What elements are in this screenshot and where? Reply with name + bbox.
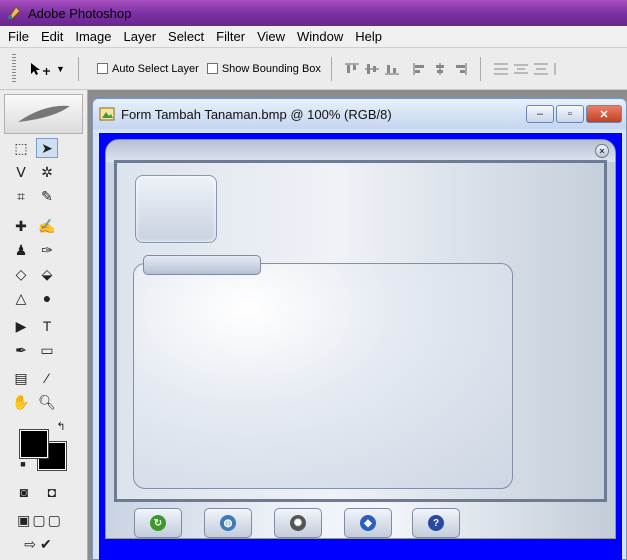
distribute-bottom-icon[interactable]	[533, 62, 549, 76]
screen-mode-icon[interactable]: ▣▢▢	[10, 510, 70, 530]
paint-bucket-tool-icon[interactable]: ⬙	[36, 264, 58, 284]
menu-select[interactable]: Select	[162, 29, 210, 44]
align-vcenter-icon[interactable]	[364, 62, 380, 76]
toolbox: ⬚ ➤ ᐯ ✲ ⌗ ✎ ✚ ✍ ♟ ✑ ◇ ⬙ △ ● ▶ T ✒ ▭ ▤ ⁄ …	[0, 90, 88, 560]
feather-logo-icon	[17, 105, 70, 122]
options-bar: ▼ Auto Select Layer Show Bounding Box	[0, 48, 627, 90]
distribute-top-icon[interactable]	[493, 62, 509, 76]
magic-wand-tool-icon[interactable]: ✲	[36, 162, 58, 182]
chevron-down-icon: ▼	[56, 63, 65, 74]
default-colors-icon[interactable]: ■	[12, 454, 34, 474]
dodge-tool-icon[interactable]: ●	[36, 288, 58, 308]
checkbox-box[interactable]	[97, 63, 108, 74]
form-content-panel	[133, 263, 513, 489]
close-icon: ✕	[599, 108, 609, 121]
lasso-tool-icon[interactable]: ᐯ	[10, 162, 32, 182]
form-scan-button: ✺	[274, 508, 322, 538]
menu-window[interactable]: Window	[291, 29, 349, 44]
move-tool-icon[interactable]: ➤	[36, 138, 58, 158]
pen-tool-icon[interactable]: ✒	[10, 340, 32, 360]
align-left-icon[interactable]	[412, 62, 428, 76]
hand-tool-icon[interactable]: ✋	[10, 392, 32, 412]
form-info-button: ◆	[344, 508, 392, 538]
globe-icon: ◍	[220, 515, 236, 531]
help-icon: ?	[428, 515, 444, 531]
eraser-tool-icon[interactable]: ◇	[10, 264, 32, 284]
menu-edit[interactable]: Edit	[35, 29, 69, 44]
document-image-icon	[99, 107, 115, 121]
align-bottom-icon[interactable]	[384, 62, 400, 76]
blur-tool-icon[interactable]: △	[10, 288, 32, 308]
history-brush-tool-icon[interactable]: ✑	[36, 240, 58, 260]
shape-tool-icon[interactable]: ▭	[36, 340, 58, 360]
app-title: Adobe Photoshop	[28, 5, 132, 21]
align-hcenter-icon[interactable]	[432, 62, 448, 76]
align-top-icon[interactable]	[344, 62, 360, 76]
form-tab-header	[143, 255, 261, 275]
options-separator	[479, 56, 481, 81]
form-bitmap: × ↻ ◍ ✺ ◆ ?	[105, 139, 616, 539]
close-button[interactable]: ✕	[586, 105, 622, 123]
minimize-icon: –	[536, 108, 544, 120]
document-window: Form Tambah Tanaman.bmp @ 100% (RGB/8) –…	[92, 98, 627, 560]
menu-view[interactable]: View	[251, 29, 291, 44]
auto-select-layer-checkbox[interactable]: Auto Select Layer	[97, 63, 199, 75]
zoom-tool-icon[interactable]: 🔍︎	[36, 392, 58, 412]
move-tool-icon	[31, 62, 50, 75]
form-close-icon: ×	[595, 144, 609, 158]
menu-file[interactable]: File	[2, 29, 35, 44]
standard-mode-icon[interactable]: ◙	[12, 482, 36, 502]
scan-icon: ✺	[290, 515, 306, 531]
app-titlebar: Adobe Photoshop	[0, 0, 627, 26]
slice-tool-icon[interactable]: ✎	[36, 186, 58, 206]
show-bounding-box-label: Show Bounding Box	[221, 62, 321, 75]
path-selection-tool-icon[interactable]: ▶	[10, 316, 32, 336]
checkbox-box[interactable]	[206, 63, 218, 74]
menu-image[interactable]: Image	[69, 29, 117, 44]
form-image-box	[135, 175, 217, 243]
document-window-controls: – ▫ ✕	[526, 105, 622, 123]
align-right-icon[interactable]	[452, 62, 468, 76]
eyedropper-tool-icon[interactable]: ⁄	[36, 368, 58, 388]
form-help-button: ?	[412, 508, 460, 538]
toolbox-header[interactable]	[4, 94, 83, 134]
clone-stamp-tool-icon[interactable]: ♟	[10, 240, 32, 260]
form-inner-frame	[114, 160, 607, 502]
photoshop-logo-icon	[7, 6, 21, 20]
form-top-frame	[106, 140, 615, 162]
show-bounding-box-checkbox[interactable]: Show Bounding Box	[206, 62, 321, 75]
auto-select-layer-label: Auto Select Layer	[112, 62, 199, 75]
minimize-button[interactable]: –	[526, 105, 554, 123]
type-tool-icon[interactable]: T	[36, 316, 58, 336]
crop-tool-icon[interactable]: ⌗	[10, 186, 32, 206]
form-close-symbol: ×	[599, 146, 605, 156]
menu-filter[interactable]: Filter	[210, 29, 251, 44]
notes-tool-icon[interactable]: ▤	[10, 368, 32, 388]
menu-bar: File Edit Image Layer Select Filter View…	[0, 26, 627, 48]
options-separator	[78, 56, 79, 81]
menu-layer[interactable]: Layer	[118, 29, 163, 44]
maximize-button[interactable]: ▫	[556, 105, 584, 123]
brush-tool-icon[interactable]: ✍	[36, 216, 58, 236]
info-icon: ◆	[360, 515, 376, 531]
distribute-left-icon[interactable]	[553, 62, 569, 76]
distribute-vcenter-icon[interactable]	[513, 62, 529, 76]
menu-help[interactable]: Help	[349, 29, 388, 44]
jump-to-imageready-icon[interactable]: ⇨✔	[10, 534, 70, 554]
refresh-icon: ↻	[150, 515, 166, 531]
quick-mask-mode-icon[interactable]: ◘	[40, 482, 64, 502]
marquee-tool-icon[interactable]: ⬚	[10, 138, 32, 158]
options-separator	[330, 56, 332, 81]
form-button-bar: ↻ ◍ ✺ ◆ ?	[106, 506, 615, 540]
form-refresh-button: ↻	[134, 508, 182, 538]
document-canvas[interactable]: × ↻ ◍ ✺ ◆ ?	[99, 133, 622, 560]
form-globe-button: ◍	[204, 508, 252, 538]
swap-colors-icon[interactable]: ↰	[50, 416, 72, 436]
healing-brush-tool-icon[interactable]: ✚	[10, 216, 32, 236]
tool-preset-picker[interactable]: ▼	[28, 61, 68, 77]
maximize-icon: ▫	[568, 108, 572, 120]
document-title: Form Tambah Tanaman.bmp @ 100% (RGB/8)	[121, 106, 392, 122]
options-grip[interactable]	[12, 53, 16, 84]
